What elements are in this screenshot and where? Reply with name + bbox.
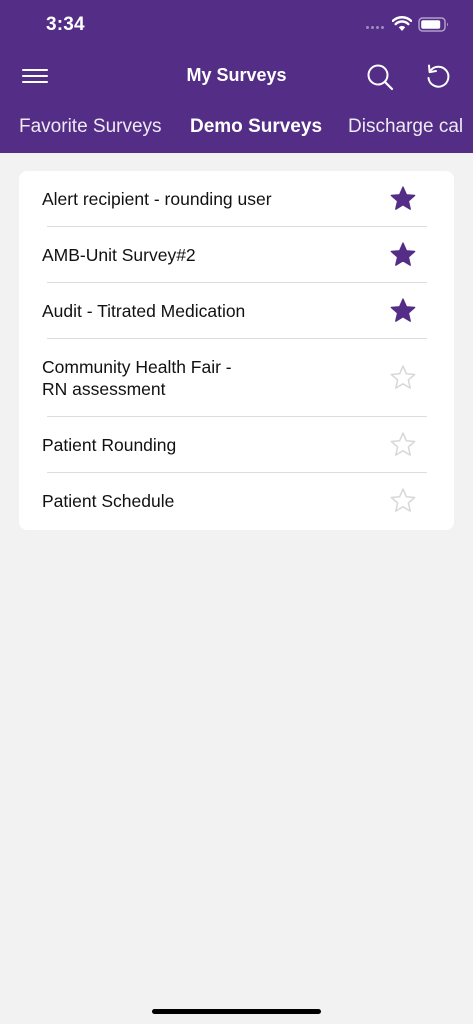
survey-row[interactable]: Audit - Titrated Medication <box>19 283 454 339</box>
tab-favorite-surveys[interactable]: Favorite Surveys <box>19 116 162 138</box>
status-time: 3:34 <box>46 14 85 35</box>
refresh-icon[interactable] <box>423 62 453 92</box>
star-filled-icon[interactable] <box>389 185 417 213</box>
survey-name: Patient Schedule <box>42 491 175 511</box>
survey-name: Audit - Titrated Medication <box>42 301 246 321</box>
battery-icon <box>418 17 448 32</box>
survey-name: Patient Rounding <box>42 435 177 455</box>
tab-discharge[interactable]: Discharge cal <box>348 116 463 138</box>
survey-row[interactable]: Alert recipient - rounding user <box>19 171 454 227</box>
star-outline-icon[interactable] <box>389 487 417 515</box>
survey-name: Alert recipient - rounding user <box>42 189 272 209</box>
survey-name: Community Health Fair - RN assessment <box>42 357 232 399</box>
survey-row[interactable]: Patient Schedule <box>19 473 454 530</box>
search-icon[interactable] <box>365 62 395 92</box>
hamburger-menu-icon[interactable] <box>22 64 50 88</box>
app-header: 3:34 My Surveys Favorite Surveys Demo Su… <box>0 0 473 153</box>
survey-name: AMB-Unit Survey#2 <box>42 245 196 265</box>
wifi-icon <box>392 16 412 31</box>
tab-demo-surveys[interactable]: Demo Surveys <box>190 116 322 138</box>
survey-row[interactable]: Patient Rounding <box>19 417 454 473</box>
status-bar: 3:34 <box>0 0 473 50</box>
page-title: My Surveys <box>186 65 287 85</box>
star-outline-icon[interactable] <box>389 431 417 459</box>
navigation-bar: My Surveys <box>0 52 473 100</box>
star-outline-icon[interactable] <box>389 364 417 392</box>
star-filled-icon[interactable] <box>389 241 417 269</box>
survey-list: Alert recipient - rounding user AMB-Unit… <box>19 171 454 530</box>
star-filled-icon[interactable] <box>389 297 417 325</box>
survey-row[interactable]: Community Health Fair - RN assessment <box>19 339 454 417</box>
home-indicator[interactable] <box>152 1009 321 1014</box>
survey-tabs: Favorite Surveys Demo Surveys Discharge … <box>0 103 473 153</box>
cellular-signal-icon <box>366 26 384 29</box>
survey-row[interactable]: AMB-Unit Survey#2 <box>19 227 454 283</box>
